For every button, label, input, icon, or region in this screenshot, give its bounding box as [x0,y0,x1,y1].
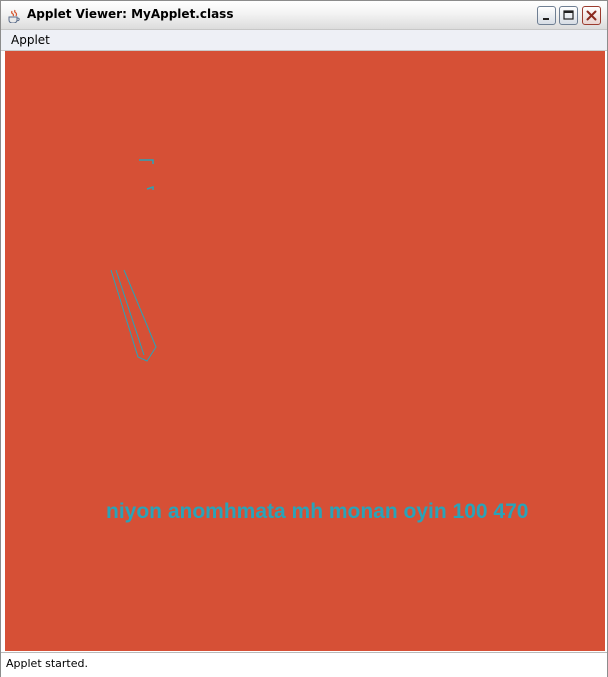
minimize-button[interactable] [537,6,556,25]
menu-applet[interactable]: Applet [11,33,50,47]
arrow-inner-line [115,269,145,356]
java-cup-icon [7,8,21,24]
maximize-button[interactable] [559,6,578,25]
bracket-mark-bottom [146,185,154,190]
status-bar: Applet started. [1,652,607,677]
close-icon [586,10,597,21]
arrow-outline-shape [110,269,157,362]
title-bar[interactable]: Applet Viewer: MyApplet.class [1,1,607,30]
menu-bar: Applet [1,30,607,51]
applet-viewer-window: Applet Viewer: MyApplet.class Applet niy… [0,0,608,677]
close-button[interactable] [582,6,601,25]
applet-drawing [110,159,157,362]
bracket-mark-top [139,159,154,164]
applet-drawn-text: niyon anomhmata mh monan oyin 100 470 [106,500,529,523]
window-title: Applet Viewer: MyApplet.class [27,7,234,21]
applet-canvas[interactable]: niyon anomhmata mh monan oyin 100 470 [5,51,605,651]
status-text: Applet started. [6,657,88,670]
maximize-icon [563,10,574,20]
minimize-icon [543,18,549,20]
